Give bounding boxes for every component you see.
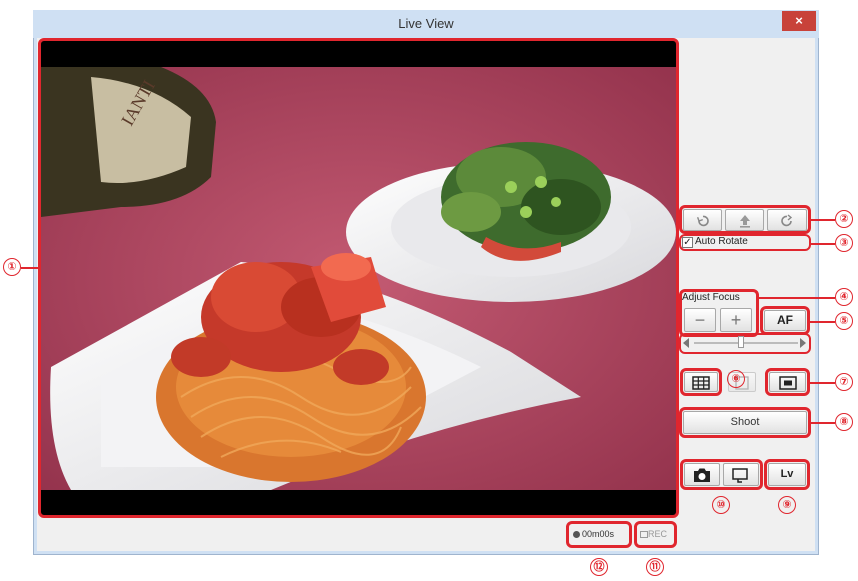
adjust-focus-label: Adjust Focus bbox=[682, 292, 740, 303]
rec-label: REC bbox=[648, 529, 668, 539]
callout-12: ⑫ bbox=[590, 558, 608, 576]
callout-8: ⑧ bbox=[835, 413, 853, 431]
frame-icon bbox=[778, 376, 797, 390]
auto-rotate-checkbox[interactable]: ✓ bbox=[682, 237, 693, 248]
rotate-cw-icon bbox=[781, 214, 793, 227]
camera-icon bbox=[694, 468, 710, 482]
window-title: Live View bbox=[33, 10, 819, 38]
grid-button[interactable] bbox=[684, 372, 718, 392]
callout-6: ⑥ bbox=[727, 370, 745, 388]
callout-4: ④ bbox=[835, 288, 853, 306]
callout-leader-7 bbox=[810, 382, 835, 384]
record-dot-icon bbox=[573, 531, 580, 538]
focus-plus-button[interactable]: + bbox=[720, 308, 752, 332]
callout-2: ② bbox=[835, 210, 853, 228]
callout-10: ⑩ bbox=[712, 496, 730, 514]
photo-mode-button[interactable] bbox=[684, 463, 720, 486]
callout-leader-1 bbox=[21, 267, 38, 269]
af-button[interactable]: AF bbox=[764, 310, 806, 331]
focus-slider-left-arrow[interactable] bbox=[683, 338, 689, 348]
close-button[interactable]: × bbox=[782, 11, 816, 31]
live-view-photo: IANTI bbox=[41, 67, 676, 490]
rotate-ccw-icon bbox=[696, 215, 709, 227]
callout-11: ⑪ bbox=[646, 558, 664, 576]
recording-timer: 00m00s bbox=[582, 529, 615, 539]
auto-rotate-label: Auto Rotate bbox=[695, 236, 748, 247]
grid-icon bbox=[692, 376, 710, 390]
shoot-button[interactable]: Shoot bbox=[683, 411, 807, 434]
rotate-up-button[interactable] bbox=[725, 209, 764, 231]
movie-icon bbox=[732, 468, 748, 483]
callout-7: ⑦ bbox=[835, 373, 853, 391]
callout-9: ⑨ bbox=[778, 496, 796, 514]
movie-small-icon bbox=[640, 531, 648, 539]
callout-leader-2 bbox=[811, 219, 835, 221]
upload-arrow-icon bbox=[739, 215, 750, 228]
callout-leader-5 bbox=[810, 321, 835, 323]
lv-button[interactable]: Lv bbox=[768, 463, 806, 486]
rec-indicator: REC bbox=[640, 529, 667, 539]
rotate-right-button[interactable] bbox=[767, 209, 807, 231]
movie-mode-button[interactable] bbox=[723, 463, 759, 486]
rotate-left-button[interactable] bbox=[683, 209, 722, 231]
frame-button[interactable] bbox=[769, 372, 806, 392]
callout-leader-3 bbox=[811, 243, 835, 245]
focus-slider-right-arrow[interactable] bbox=[800, 338, 806, 348]
focus-slider-thumb[interactable] bbox=[738, 336, 744, 348]
callout-leader-4 bbox=[759, 297, 835, 299]
callout-5: ⑤ bbox=[835, 312, 853, 330]
callout-3: ③ bbox=[835, 234, 853, 252]
live-view-preview[interactable]: IANTI bbox=[38, 38, 679, 518]
callout-1: ① bbox=[3, 258, 21, 276]
callout-leader-8 bbox=[811, 422, 835, 424]
focus-minus-button[interactable]: − bbox=[684, 308, 716, 332]
focus-slider-track[interactable] bbox=[694, 342, 798, 344]
